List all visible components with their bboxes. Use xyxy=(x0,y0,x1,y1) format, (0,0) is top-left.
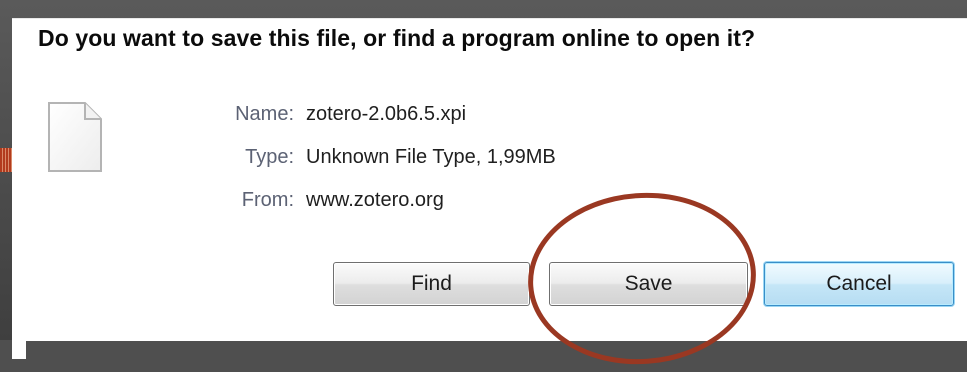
file-source-value: www.zotero.org xyxy=(306,189,444,211)
file-name-row: Name: zotero-2.0b6.5.xpi xyxy=(192,93,672,136)
save-button[interactable]: Save xyxy=(549,262,748,306)
file-icon xyxy=(48,102,102,172)
file-type-value: Unknown File Type, 1,99MB xyxy=(306,146,556,168)
file-type-label: Type: xyxy=(245,146,294,168)
dialog-question: Do you want to save this file, or find a… xyxy=(38,25,756,51)
file-name-label: Name: xyxy=(235,103,294,125)
find-button[interactable]: Find xyxy=(333,262,530,306)
file-info: Name: zotero-2.0b6.5.xpi Type: Unknown F… xyxy=(192,93,672,222)
cancel-button[interactable]: Cancel xyxy=(764,262,954,306)
file-type-row: Type: Unknown File Type, 1,99MB xyxy=(192,136,672,179)
file-source-label: From: xyxy=(241,189,294,211)
dialog-left-mask xyxy=(12,165,26,359)
file-download-dialog: Do you want to save this file, or find a… xyxy=(12,18,967,372)
file-name-value: zotero-2.0b6.5.xpi xyxy=(306,103,467,125)
file-source-row: From: www.zotero.org xyxy=(192,179,672,222)
